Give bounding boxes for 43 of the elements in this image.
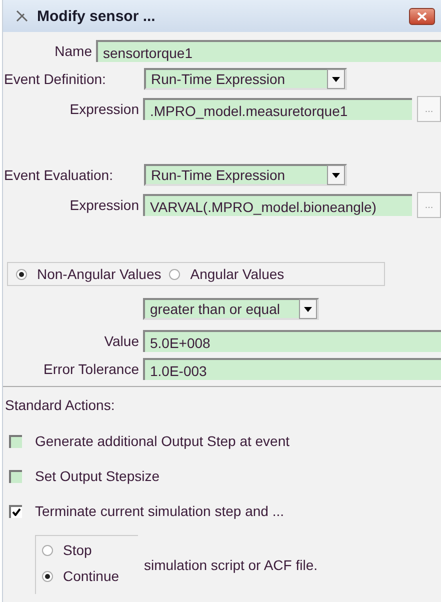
radio-option[interactable]: Stop [42,542,138,558]
section-title: Standard Actions: [5,397,116,413]
field-label: Event Evaluation: [3,167,114,183]
dropdown-value: greater than or equal [150,301,280,317]
close-button[interactable] [409,8,435,24]
checkmark-icon [12,508,21,516]
window-title: Modify sensor ... [37,8,156,24]
checkbox[interactable] [9,434,22,448]
caret-icon [332,76,340,82]
radio-label: Angular Values [190,266,284,282]
field-label: Name [54,43,93,59]
field-label: Event Definition: [3,71,107,87]
field-label: Error Tolerance [42,361,140,377]
radio-option[interactable]: Angular Values [169,266,284,282]
radio-button[interactable] [16,268,27,280]
dropdown-value: Run-Time Expression [151,71,286,87]
radio-option[interactable]: Continue [42,568,138,584]
field-label: Expression [68,101,140,117]
checkbox-label: Generate additional Output Step at event [35,433,290,449]
dropdown-value: Run-Time Expression [151,167,286,183]
radio-button[interactable] [42,544,53,556]
checkbox-label: Terminate current simulation step and ... [35,503,284,519]
dropdown[interactable]: greater than or equal [143,298,319,320]
radio-label: Continue [63,568,120,584]
dropdown[interactable]: Run-Time Expression [144,164,347,186]
field-label: Value [103,333,140,349]
caret-icon [332,172,340,178]
checkbox[interactable] [9,470,22,482]
input-field[interactable]: VARVAL(.MPRO_model.bioneangle) [143,194,412,216]
input-field[interactable]: .MPRO_model.measuretorque1 [143,98,412,120]
radio-button[interactable] [169,268,180,280]
radio-label: Stop [63,542,92,558]
field-label: Expression [68,197,140,213]
input-field[interactable]: sensortorque1 [96,40,441,62]
input-field[interactable]: 5.0E+008 [143,330,441,352]
checkbox[interactable] [9,504,22,518]
checkbox-label: Set Output Stepsize [35,468,160,484]
close-icon [417,12,427,20]
radio-button[interactable] [42,570,53,582]
dropdown[interactable]: Run-Time Expression [144,68,347,90]
caret-icon [304,306,312,312]
description-text: simulation script or ACF file. [144,556,318,572]
input-field[interactable]: 1.0E-003 [143,358,441,380]
